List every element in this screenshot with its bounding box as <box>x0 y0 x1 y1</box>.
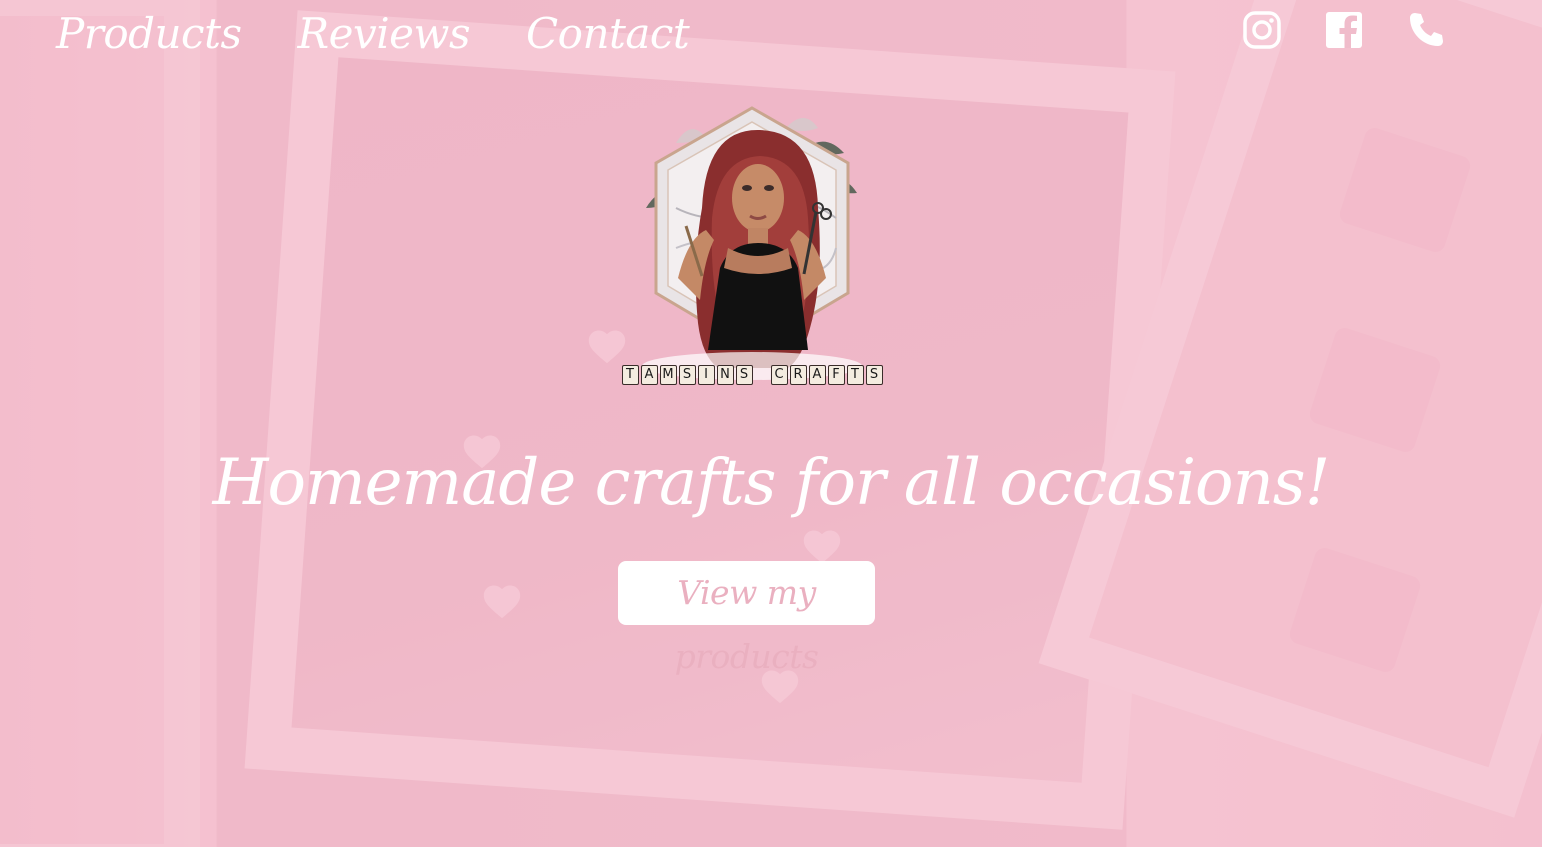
logo-tiles: TAMSINS CRAFTS <box>616 365 888 389</box>
logo-tile: T <box>621 365 639 385</box>
hero-title: Homemade crafts for all occasions! <box>212 446 1331 520</box>
main-nav: Products Reviews Contact <box>56 6 690 62</box>
logo-tile: M <box>659 365 677 385</box>
logo-tile: R <box>789 365 807 385</box>
logo-tile-space <box>755 365 769 385</box>
social-links <box>1242 10 1446 50</box>
tamsins-crafts-logo <box>616 88 888 390</box>
logo-tile: C <box>770 365 788 385</box>
facebook-icon[interactable] <box>1324 10 1364 50</box>
logo-tile: A <box>808 365 826 385</box>
instagram-icon[interactable] <box>1242 10 1282 50</box>
logo-tile: S <box>735 365 753 385</box>
view-products-button[interactable]: View my products <box>618 561 875 676</box>
logo-tile: S <box>678 365 696 385</box>
logo-tile: S <box>865 365 883 385</box>
phone-icon[interactable] <box>1406 10 1446 50</box>
logo-tile: T <box>846 365 864 385</box>
logo-tile: F <box>827 365 845 385</box>
nav-link-products[interactable]: Products <box>56 6 242 62</box>
nav-link-contact[interactable]: Contact <box>526 6 690 62</box>
logo-tile: I <box>697 365 715 385</box>
nav-link-reviews[interactable]: Reviews <box>298 6 471 62</box>
logo-tile: A <box>640 365 658 385</box>
logo-tile: N <box>716 365 734 385</box>
